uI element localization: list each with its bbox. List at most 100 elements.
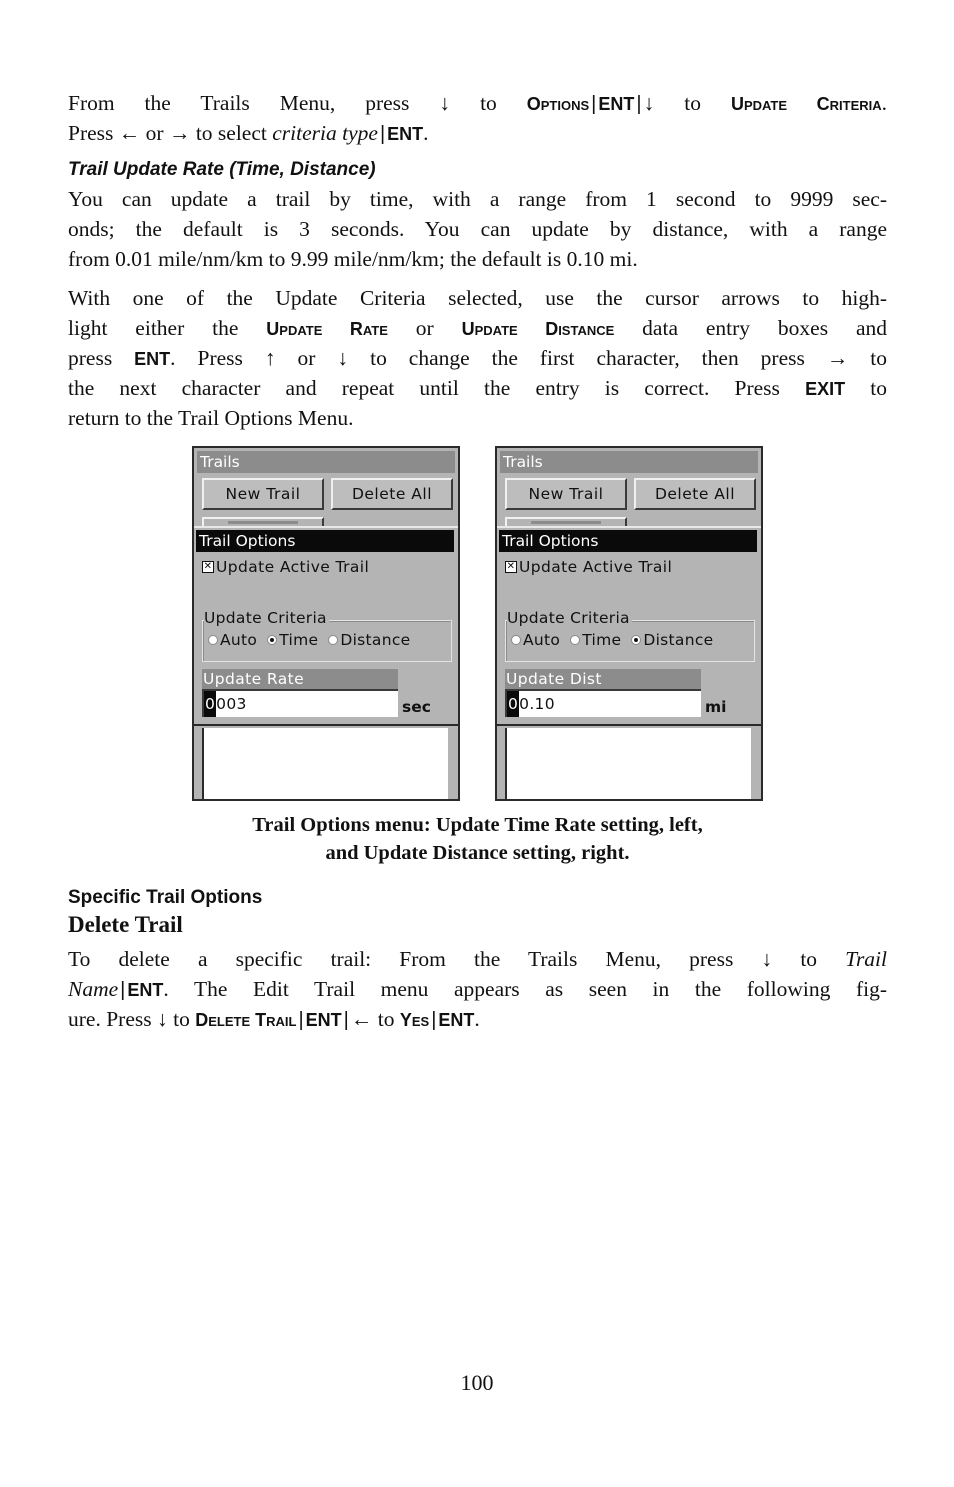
trails-title-bar: Trails [197, 451, 455, 473]
text-line: from 0.01 mile/nm/km to 9.99 mile/nm/km;… [68, 247, 638, 271]
arrow-key-icon: ↑ [264, 346, 276, 370]
radio-time[interactable]: Time [570, 631, 621, 649]
arrow-key-icon: ↓ [156, 1007, 168, 1031]
dialog-title: Trail Options [196, 530, 454, 552]
radio-icon[interactable] [631, 635, 642, 645]
key-name: ENT [598, 94, 635, 114]
radio-icon[interactable] [267, 635, 278, 645]
section-heading-update-rate: Trail Update Rate (Time, Distance) [68, 159, 376, 180]
edit-cursor: 0 [204, 691, 217, 717]
trails-title: Trails [503, 453, 543, 471]
arrow-key-icon: → [168, 121, 191, 145]
radio-icon[interactable] [328, 635, 339, 645]
trail-list-area [194, 724, 458, 799]
radio-label: Distance [340, 631, 411, 649]
radio-icon[interactable] [208, 635, 218, 645]
arrow-key-icon: ↓ [337, 346, 349, 370]
menu-command: Update Rate [266, 319, 388, 339]
criteria-radio-group: Auto Time Distance [208, 631, 411, 649]
arrow-key-icon: ↓ [643, 91, 655, 115]
italic-term: Trail [845, 947, 888, 971]
key-name: ENT [438, 1010, 475, 1030]
radio-icon[interactable] [511, 635, 521, 645]
trail-list[interactable] [202, 728, 448, 799]
text-line: Name | ENT. The Edit Trail menu appears as… [68, 977, 887, 1001]
value-text: 003 [216, 695, 247, 713]
trail-options-dialog: Trail Options ✕ Update Active Trail Upda… [497, 526, 761, 799]
page-number: 100 [460, 1370, 494, 1395]
separator: | [379, 123, 386, 145]
radio-auto[interactable]: Auto [511, 631, 560, 649]
value-input[interactable]: 0003 [202, 689, 398, 717]
checkbox-checked-icon[interactable]: ✕ [202, 561, 214, 573]
arrow-key-icon: → [826, 346, 849, 370]
update-active-trail-checkbox-row[interactable]: ✕ Update Active Trail [505, 558, 672, 576]
text-line: With one of the Update Criteria selected… [68, 286, 887, 310]
trail-list[interactable] [505, 728, 751, 799]
key-name: ENT [134, 349, 171, 369]
key-name: EXIT [805, 379, 846, 399]
italic-term: criteria type [272, 121, 378, 145]
new-trail-button[interactable]: New Trail [202, 478, 324, 510]
delete-all-button[interactable]: Delete All [634, 478, 756, 510]
unit-label: mi [705, 698, 727, 716]
trails-title-bar: Trails [500, 451, 758, 473]
delete-all-button[interactable]: Delete All [331, 478, 453, 510]
intro-paragraph: From the Trails Menu, press ↓ to Options… [68, 88, 887, 148]
menu-command: Options [526, 94, 590, 114]
trail-options-screen-time: Trails New Trail Delete All Trail Option… [192, 446, 460, 801]
separator: | [343, 1009, 349, 1031]
radio-distance[interactable]: Distance [328, 631, 410, 649]
radio-label: Auto [523, 631, 561, 649]
radio-label: Time [279, 631, 319, 649]
value-input[interactable]: 00.10 [505, 689, 701, 717]
unit-label: sec [402, 698, 431, 716]
separator: | [120, 979, 126, 1001]
text-line: Press ← or → to select criteria type | ENT… [68, 121, 429, 145]
text-line: return to the Trail Options Menu. [68, 406, 354, 430]
edit-cursor: 0 [507, 691, 520, 717]
radio-icon[interactable] [570, 635, 581, 645]
update-criteria-label: Update Criteria [204, 609, 329, 627]
arrow-key-icon: ← [118, 121, 141, 145]
radio-label: Time [582, 631, 622, 649]
subheading-delete-trail: Delete Trail [68, 912, 183, 937]
radio-distance[interactable]: Distance [631, 631, 713, 649]
text-line: light either the Update Rate or Update D… [68, 316, 888, 340]
checkbox-label: Update Active Trail [519, 558, 673, 576]
trail-options-screen-distance: Trails New Trail Delete All Trail Option… [495, 446, 763, 801]
menu-command: Yes [399, 1010, 430, 1030]
radio-auto[interactable]: Auto [208, 631, 257, 649]
key-name: ENT [127, 980, 164, 1000]
key-name: ENT [387, 124, 424, 144]
text-line: onds; the default is 3 seconds. You can … [68, 217, 887, 241]
italic-term: Name [68, 977, 119, 1001]
menu-command: Update Distance [461, 319, 615, 339]
checkbox-checked-icon[interactable]: ✕ [505, 561, 517, 573]
dialog-title: Trail Options [499, 530, 757, 552]
caption-line-2: and Update Distance setting, right. [325, 842, 630, 864]
caption-line-1: Trail Options menu: Update Time Rate set… [252, 814, 703, 836]
text-line: press ENT. Press ↑ or ↓ to change the fi… [68, 346, 887, 370]
text-line: ure. Press ↓ to Delete Trail | ENT |← to Ye… [68, 1007, 480, 1031]
text-line: To delete a specific trail: From the Tra… [68, 947, 888, 971]
text-line: You can update a trail by time, with a r… [68, 187, 887, 211]
arrow-key-icon: ← [350, 1007, 373, 1031]
update-criteria-label: Update Criteria [507, 609, 632, 627]
field-label: Update Dist [505, 669, 701, 689]
new-trail-button[interactable]: New Trail [505, 478, 627, 510]
figure-caption: Trail Options menu: Update Time Rate set… [150, 811, 805, 867]
trails-title: Trails [200, 453, 240, 471]
key-name: ENT [305, 1010, 342, 1030]
arrow-key-icon: ↓ [439, 91, 451, 115]
trail-list-area [497, 724, 761, 799]
update-active-trail-checkbox-row[interactable]: ✕ Update Active Trail [202, 558, 369, 576]
text-line: From the Trails Menu, press ↓ to Options… [68, 91, 887, 115]
instructions-paragraph: With one of the Update Criteria selected… [68, 283, 887, 433]
radio-time[interactable]: Time [267, 631, 318, 649]
text-line: the next character and repeat until the … [68, 376, 888, 400]
radio-label: Auto [220, 631, 258, 649]
section-heading-specific: Specific Trail Options [68, 887, 263, 908]
trail-options-dialog: Trail Options ✕ Update Active Trail Upda… [194, 526, 458, 799]
value-text: 0.10 [519, 695, 555, 713]
